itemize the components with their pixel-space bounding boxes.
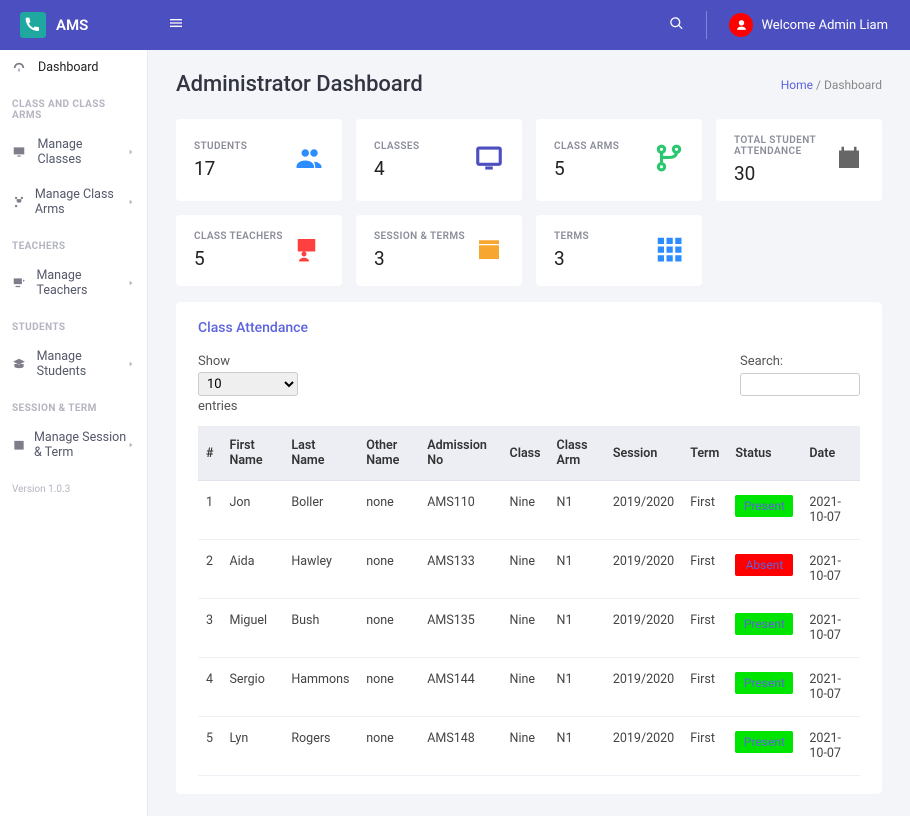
sidebar-section-session: SESSION & TERM <box>0 389 147 420</box>
chevron-right-icon <box>127 438 135 453</box>
chevron-right-icon <box>127 145 135 160</box>
table-row: 5LynRogersnoneAMS148NineN12019/2020First… <box>198 717 860 776</box>
dashboard-icon <box>12 61 30 75</box>
status-badge: Absent <box>735 554 793 576</box>
status-badge: Present <box>735 731 793 753</box>
grid-icon <box>654 234 684 268</box>
table-row: 4SergioHammonsnoneAMS144NineN12019/2020F… <box>198 658 860 717</box>
calendar-icon <box>12 438 26 452</box>
panel-title: Class Attendance <box>198 320 860 336</box>
breadcrumb: Home / Dashboard <box>781 78 882 92</box>
calendar-alt-icon <box>474 234 504 268</box>
sidebar-section-class: CLASS AND CLASS ARMS <box>0 85 147 127</box>
table-row: 1JonBollernoneAMS110NineN12019/2020First… <box>198 481 860 540</box>
user-menu[interactable]: Welcome Admin Liam <box>729 13 888 37</box>
attendance-table: # First Name Last Name Other Name Admiss… <box>198 426 860 776</box>
search-input[interactable] <box>740 373 860 396</box>
status-badge: Present <box>735 613 793 635</box>
chevron-right-icon <box>127 195 135 210</box>
table-row: 3MiguelBushnoneAMS135NineN12019/2020Firs… <box>198 599 860 658</box>
table-row: 2AidaHawleynoneAMS133NineN12019/2020Firs… <box>198 540 860 599</box>
status-badge: Present <box>735 672 793 694</box>
card-session-terms: SESSION & TERMS3 <box>356 215 522 286</box>
sidebar: Dashboard CLASS AND CLASS ARMS Manage Cl… <box>0 50 148 816</box>
teacher-icon <box>294 234 324 268</box>
sidebar-item-dashboard[interactable]: Dashboard <box>0 50 147 85</box>
card-class-teachers: CLASS TEACHERS5 <box>176 215 342 286</box>
user-icon <box>729 13 753 37</box>
calendar-icon <box>834 143 864 177</box>
main-content: Administrator Dashboard Home / Dashboard… <box>148 50 910 816</box>
brand-text: AMS <box>56 16 88 34</box>
student-icon <box>12 357 29 371</box>
monitor-icon <box>474 143 504 177</box>
show-label: Show <box>198 354 298 369</box>
page-title: Administrator Dashboard <box>176 72 423 97</box>
menu-toggle[interactable] <box>148 15 204 35</box>
sidebar-item-manage-class-arms[interactable]: Manage Class Arms <box>0 177 147 227</box>
teacher-icon <box>12 276 28 290</box>
sidebar-item-manage-teachers[interactable]: Manage Teachers <box>0 258 147 308</box>
card-terms: TERMS3 <box>536 215 702 286</box>
branch-icon <box>12 195 27 209</box>
search-label: Search: <box>740 354 860 369</box>
status-badge: Present <box>735 495 793 517</box>
logo: AMS <box>0 12 148 38</box>
card-classes: CLASSES4 <box>356 119 522 201</box>
logo-icon <box>20 12 46 38</box>
chevron-right-icon <box>127 276 135 291</box>
entries-label: entries <box>198 399 298 414</box>
attendance-panel: Class Attendance Show 10 entries Search:… <box>176 302 882 794</box>
separator <box>706 11 707 39</box>
breadcrumb-current: Dashboard <box>824 78 882 92</box>
card-students: STUDENTS17 <box>176 119 342 201</box>
table-header-row: # First Name Last Name Other Name Admiss… <box>198 426 860 481</box>
chevron-right-icon <box>127 357 135 372</box>
monitor-icon <box>12 145 29 159</box>
card-total-attendance: TOTAL STUDENT ATTENDANCE30 <box>716 119 882 201</box>
header: AMS Welcome Admin Liam <box>0 0 910 50</box>
users-icon <box>294 143 324 177</box>
entries-select[interactable]: 10 <box>198 372 298 396</box>
sidebar-section-students: STUDENTS <box>0 308 147 339</box>
sidebar-section-teachers: TEACHERS <box>0 227 147 258</box>
version-label: Version 1.0.3 <box>0 470 147 509</box>
sidebar-item-manage-session-term[interactable]: Manage Session & Term <box>0 420 147 470</box>
sidebar-item-manage-students[interactable]: Manage Students <box>0 339 147 389</box>
breadcrumb-home[interactable]: Home <box>781 78 813 92</box>
branch-icon <box>654 143 684 177</box>
card-class-arms: CLASS ARMS5 <box>536 119 702 201</box>
welcome-text: Welcome Admin Liam <box>761 18 888 33</box>
search-icon[interactable] <box>669 16 684 35</box>
sidebar-item-manage-classes[interactable]: Manage Classes <box>0 127 147 177</box>
